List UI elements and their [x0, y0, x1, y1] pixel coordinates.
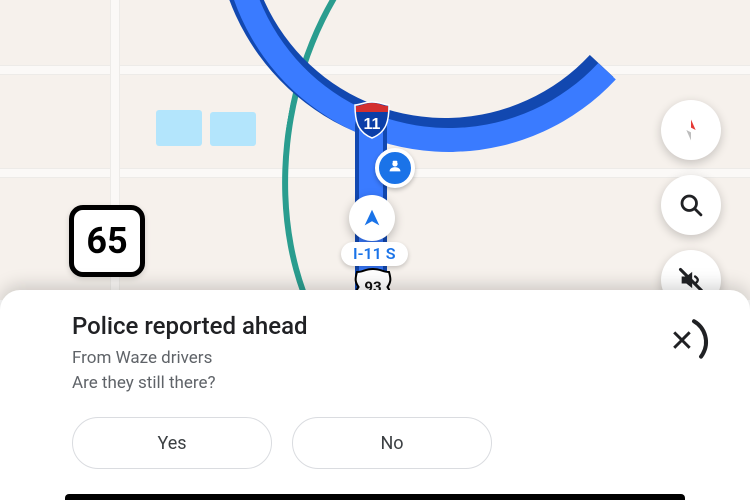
yes-button-label: Yes	[157, 433, 186, 454]
police-report-icon	[385, 158, 405, 178]
alert-bottom-sheet: Police reported ahead From Waze drivers …	[0, 290, 750, 500]
search-button[interactable]	[661, 175, 721, 235]
dismiss-button[interactable]: ✕	[654, 314, 710, 370]
route-label-text: I-11 S	[353, 244, 396, 263]
map-canvas[interactable]: 11 I-11 S 93 65	[0, 0, 750, 300]
no-button[interactable]: No	[292, 417, 492, 469]
navigation-screen: 11 I-11 S 93 65	[0, 0, 750, 500]
interstate-number: 11	[364, 116, 381, 133]
alert-source: From Waze drivers	[72, 346, 720, 371]
alert-title: Police reported ahead	[72, 312, 720, 340]
compass-button[interactable]	[661, 100, 721, 160]
navigation-arrow-icon	[361, 207, 383, 229]
police-report-marker[interactable]	[375, 148, 415, 188]
compass-icon	[677, 116, 705, 144]
search-icon	[677, 191, 705, 219]
no-button-label: No	[380, 433, 403, 454]
alert-question: Are they still there?	[72, 371, 720, 396]
yes-button[interactable]: Yes	[72, 417, 272, 469]
current-location-marker[interactable]	[349, 195, 395, 241]
route-label-chip: I-11 S	[341, 242, 408, 266]
home-indicator	[65, 494, 685, 500]
alert-button-row: Yes No	[72, 417, 720, 469]
interstate-shield-icon: 11	[352, 100, 392, 140]
speed-limit-value: 65	[86, 220, 127, 262]
countdown-ring-icon	[654, 314, 710, 370]
speed-limit-sign: 65	[69, 205, 145, 277]
